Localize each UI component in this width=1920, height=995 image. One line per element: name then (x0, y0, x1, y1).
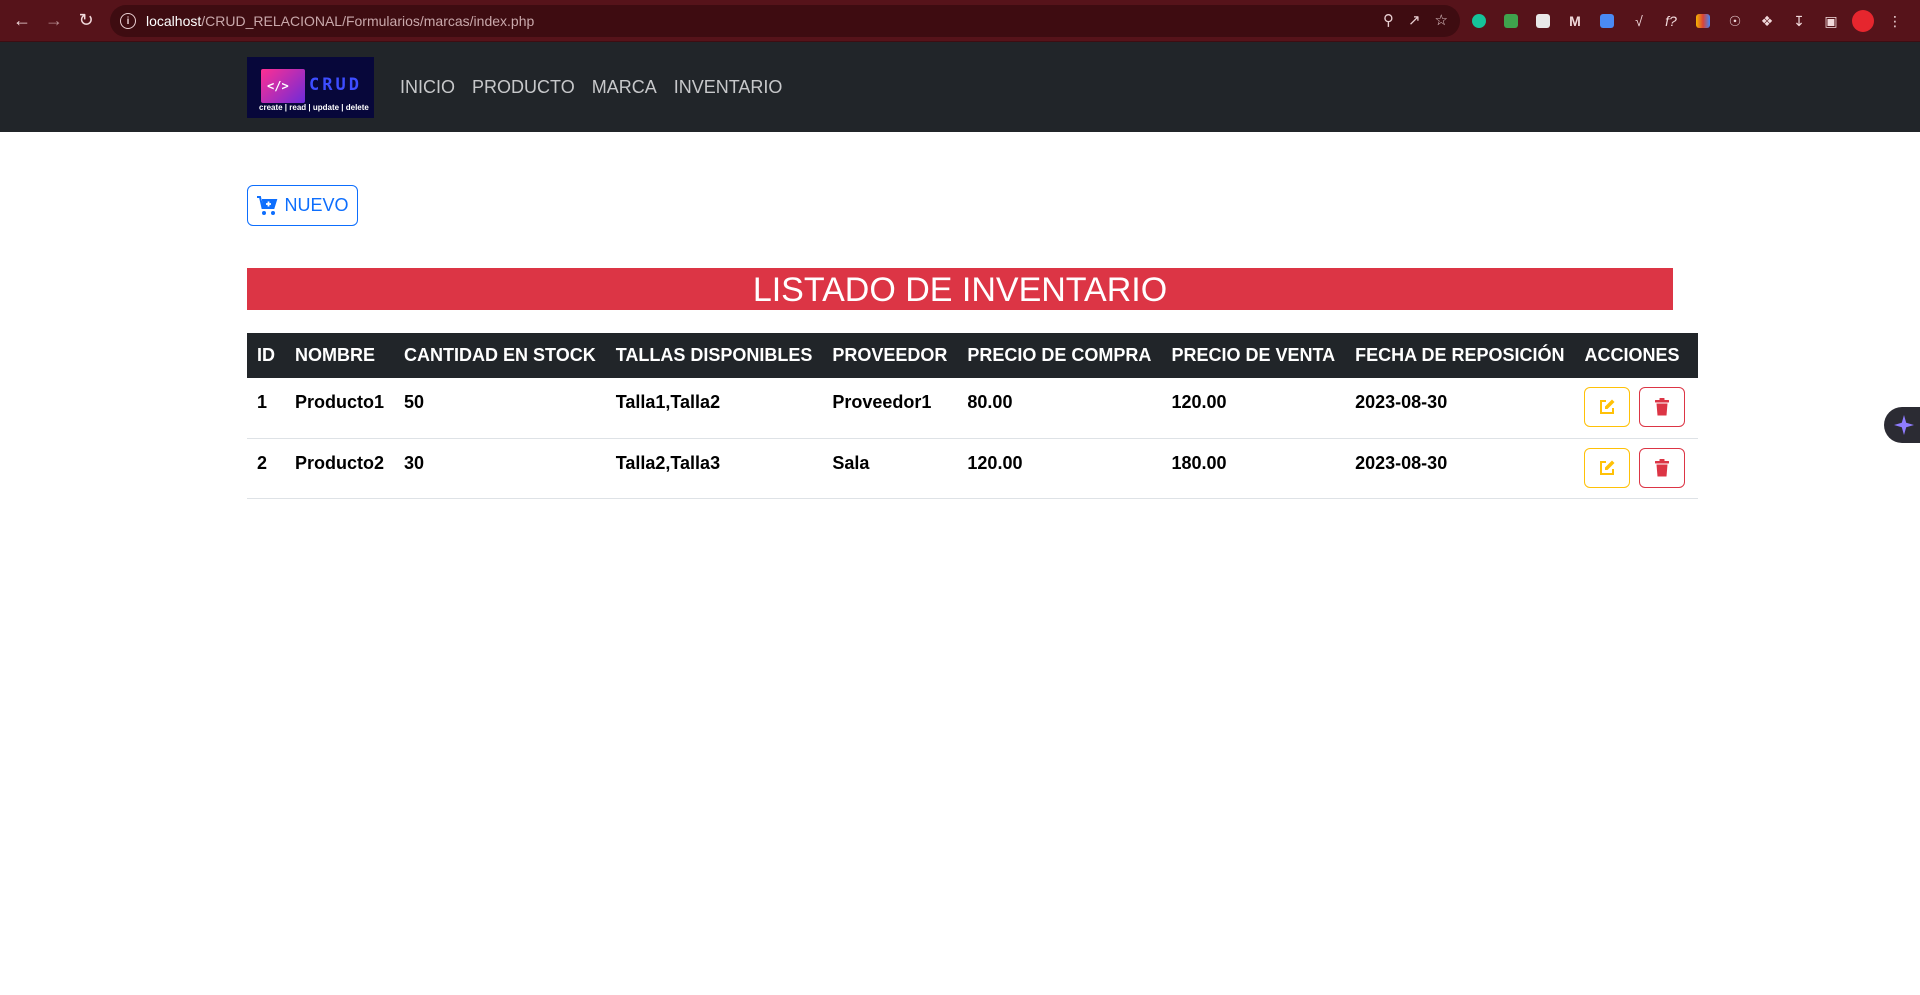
header-acciones: ACCIONES (1574, 333, 1698, 378)
extension-green-icon[interactable] (1500, 10, 1522, 32)
extension-m-icon[interactable]: M (1564, 10, 1586, 32)
nav-link-inicio[interactable]: INICIO (400, 77, 455, 98)
cell-cantidad: 50 (394, 378, 606, 439)
extension-function-icon[interactable]: f? (1660, 10, 1682, 32)
table-row: 2 Producto2 30 Talla2,Talla3 Sala 120.00… (247, 438, 1698, 499)
extensions-puzzle-icon[interactable]: ❖ (1756, 10, 1778, 32)
cell-precio-venta: 120.00 (1161, 378, 1346, 439)
header-id: ID (247, 333, 285, 378)
profile-avatar[interactable] (1852, 10, 1874, 32)
header-tallas: TALLAS DISPONIBLES (605, 333, 823, 378)
url-host: localhost (146, 13, 202, 29)
nav-link-marca[interactable]: MARCA (592, 77, 657, 98)
page-title: LISTADO DE INVENTARIO (247, 268, 1673, 310)
cell-precio-venta: 180.00 (1161, 438, 1346, 499)
edit-button[interactable] (1584, 447, 1631, 488)
code-icon: </> (261, 69, 305, 103)
header-proveedor: PROVEEDOR (822, 333, 958, 378)
crud-logo[interactable]: </> CRUD create | read | update | delete (247, 57, 374, 118)
header-fecha: FECHA DE REPOSICIÓN (1345, 333, 1575, 378)
new-button-label: NUEVO (284, 195, 349, 215)
sparkle-icon (1894, 415, 1914, 435)
edit-icon (1600, 460, 1615, 475)
back-icon[interactable]: ← (6, 0, 38, 42)
cell-id: 1 (247, 378, 285, 439)
cell-acciones (1574, 378, 1698, 439)
edit-button[interactable] (1584, 387, 1631, 427)
side-panel-icon[interactable]: ▣ (1820, 10, 1842, 32)
edit-icon (1600, 399, 1615, 414)
nav-link-inventario[interactable]: INVENTARIO (674, 77, 783, 98)
cell-proveedor: Proveedor1 (822, 378, 958, 439)
trash-icon (1654, 398, 1669, 416)
cart-plus-icon (257, 195, 278, 215)
extension-translate-icon[interactable] (1596, 10, 1618, 32)
forward-icon[interactable]: → (38, 0, 70, 42)
zoom-icon[interactable]: ⚲ (1383, 11, 1394, 29)
cell-nombre: Producto1 (285, 378, 395, 439)
header-precio-compra: PRECIO DE COMPRA (957, 333, 1162, 378)
new-button[interactable]: NUEVO (247, 185, 358, 226)
cell-precio-compra: 80.00 (957, 378, 1162, 439)
delete-button[interactable] (1638, 447, 1685, 488)
downloads-icon[interactable]: ↧ (1788, 10, 1810, 32)
logo-title: CRUD (309, 75, 362, 95)
extension-sqrt-icon[interactable]: √ (1628, 10, 1650, 32)
address-bar[interactable]: i localhost /CRUD_RELACIONAL/Formularios… (110, 5, 1460, 37)
cell-proveedor: Sala (822, 438, 958, 499)
header-nombre: NOMBRE (285, 333, 395, 378)
share-icon[interactable]: ↗ (1408, 11, 1421, 29)
cell-precio-compra: 120.00 (957, 438, 1162, 499)
extension-compass-icon[interactable]: ☉ (1724, 10, 1746, 32)
trash-icon (1654, 458, 1669, 476)
header-cantidad: CANTIDAD EN STOCK (394, 333, 606, 378)
table-row: 1 Producto1 50 Talla1,Talla2 Proveedor1 … (247, 378, 1698, 439)
nav-link-producto[interactable]: PRODUCTO (472, 77, 575, 98)
cell-fecha: 2023-08-30 (1345, 378, 1575, 439)
site-navbar: </> CRUD create | read | update | delete… (0, 42, 1920, 132)
bookmark-star-icon[interactable]: ☆ (1435, 11, 1448, 29)
cell-tallas: Talla1,Talla2 (605, 378, 823, 439)
site-info-icon[interactable]: i (120, 13, 136, 29)
cell-acciones (1574, 438, 1698, 499)
browser-menu-icon[interactable]: ⋮ (1884, 10, 1906, 32)
extension-grid-icon[interactable] (1692, 10, 1714, 32)
cell-nombre: Producto2 (285, 438, 395, 499)
inventory-table: ID NOMBRE CANTIDAD EN STOCK TALLAS DISPO… (247, 333, 1698, 499)
delete-button[interactable] (1638, 387, 1685, 427)
cell-fecha: 2023-08-30 (1345, 438, 1575, 499)
nav-links: INICIO PRODUCTO MARCA INVENTARIO (400, 77, 782, 98)
browser-toolbar: ← → ↻ i localhost /CRUD_RELACIONAL/Formu… (0, 0, 1920, 42)
reload-icon[interactable]: ↻ (70, 0, 102, 42)
cell-id: 2 (247, 438, 285, 499)
assistant-bubble[interactable] (1884, 407, 1920, 443)
cell-cantidad: 30 (394, 438, 606, 499)
logo-subtitle: create | read | update | delete (259, 103, 369, 112)
table-header-row: ID NOMBRE CANTIDAD EN STOCK TALLAS DISPO… (247, 333, 1698, 378)
header-precio-venta: PRECIO DE VENTA (1161, 333, 1346, 378)
url-path: /CRUD_RELACIONAL/Formularios/marcas/inde… (201, 13, 535, 29)
extension-screen-icon[interactable] (1532, 10, 1554, 32)
extension-grammarly-icon[interactable] (1468, 10, 1490, 32)
cell-tallas: Talla2,Talla3 (605, 438, 823, 499)
